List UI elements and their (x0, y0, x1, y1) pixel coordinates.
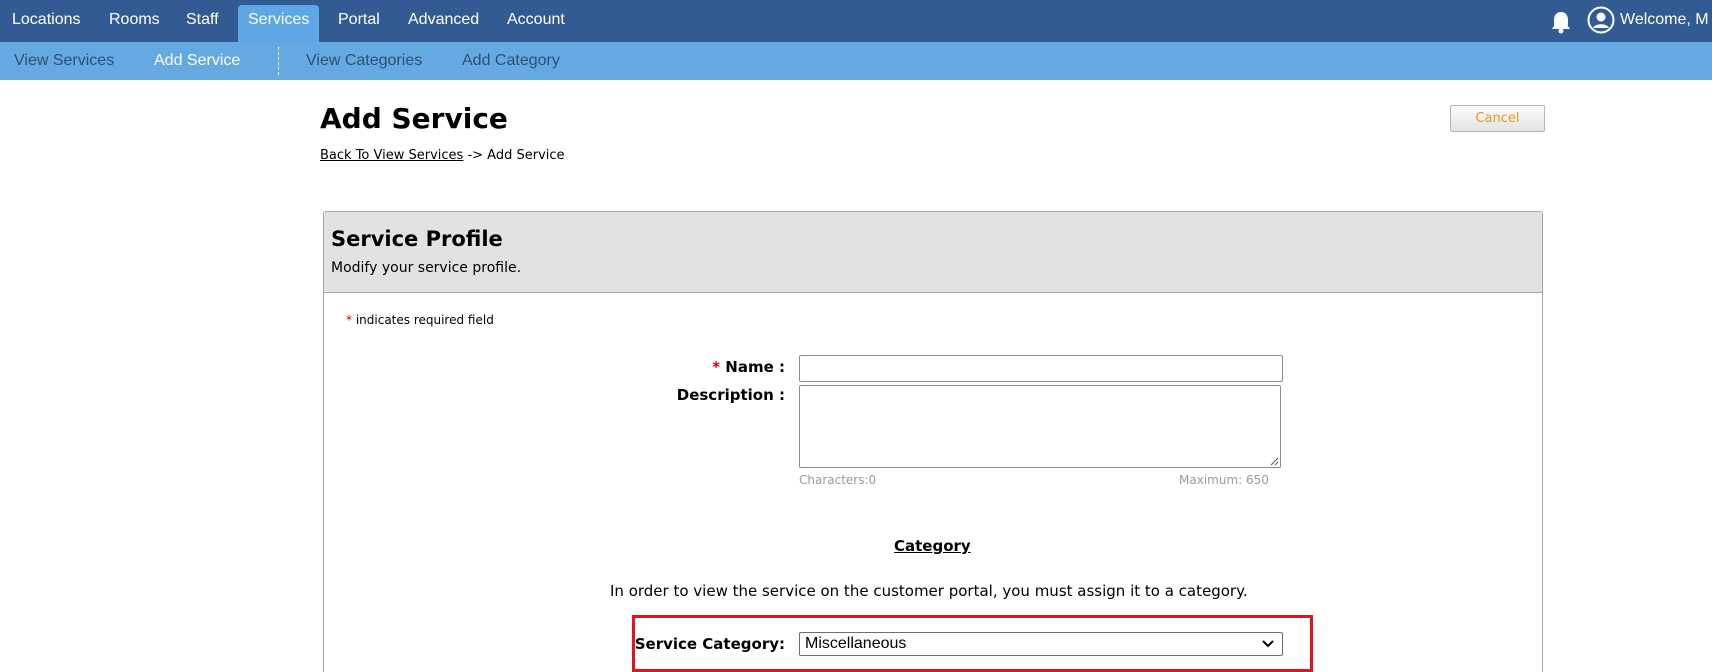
subnav-divider (278, 47, 279, 75)
nav-staff[interactable]: Staff (186, 0, 219, 42)
top-nav: Locations Rooms Staff Services Portal Ad… (0, 0, 1712, 42)
nav-portal[interactable]: Portal (338, 0, 380, 42)
category-instructions: In order to view the service on the cust… (610, 582, 1248, 600)
chevron-down-icon (1262, 640, 1274, 648)
description-label: Description : (676, 386, 785, 404)
sub-nav: View Services Add Service View Categorie… (0, 42, 1712, 80)
nav-services[interactable]: Services (238, 5, 320, 42)
subnav-add-category[interactable]: Add Category (462, 42, 560, 79)
required-note: * indicates required field (346, 313, 494, 327)
resize-handle-icon[interactable] (1269, 456, 1279, 466)
nav-rooms[interactable]: Rooms (109, 0, 160, 42)
panel-title: Service Profile (331, 227, 503, 251)
required-asterisk: * (346, 313, 352, 327)
subnav-add-service[interactable]: Add Service (154, 42, 240, 79)
nav-advanced[interactable]: Advanced (408, 0, 479, 42)
name-required-asterisk: * (712, 358, 721, 376)
subnav-view-services[interactable]: View Services (14, 42, 114, 79)
nav-locations[interactable]: Locations (12, 0, 81, 42)
required-note-text: indicates required field (355, 313, 494, 327)
welcome-text[interactable]: Welcome, M (1620, 0, 1709, 40)
description-textarea[interactable] (799, 385, 1281, 468)
name-label-text: Name : (725, 358, 785, 376)
service-category-value: Miscellaneous (805, 635, 907, 652)
service-category-label: Service Category: (634, 635, 785, 653)
user-avatar-icon[interactable] (1587, 6, 1615, 34)
name-input[interactable] (799, 355, 1283, 382)
cancel-button[interactable]: Cancel (1450, 105, 1545, 132)
breadcrumb: Back To View Services -> Add Service (320, 148, 565, 163)
maximum-characters: Maximum: 650 (1179, 473, 1269, 487)
subnav-view-categories[interactable]: View Categories (306, 42, 422, 79)
breadcrumb-current: -> Add Service (467, 148, 565, 163)
page-title: Add Service (320, 102, 508, 135)
name-label: * Name : (712, 358, 785, 376)
bell-icon[interactable] (1550, 10, 1572, 34)
category-heading: Category (894, 537, 971, 555)
breadcrumb-back-link[interactable]: Back To View Services (320, 148, 463, 163)
service-profile-panel: Service Profile Modify your service prof… (323, 211, 1543, 672)
service-category-select[interactable]: Miscellaneous (799, 632, 1283, 656)
panel-header: Service Profile Modify your service prof… (324, 212, 1542, 293)
characters-count: Characters:0 (799, 473, 877, 487)
panel-subtitle: Modify your service profile. (331, 260, 522, 276)
nav-account[interactable]: Account (507, 0, 565, 42)
